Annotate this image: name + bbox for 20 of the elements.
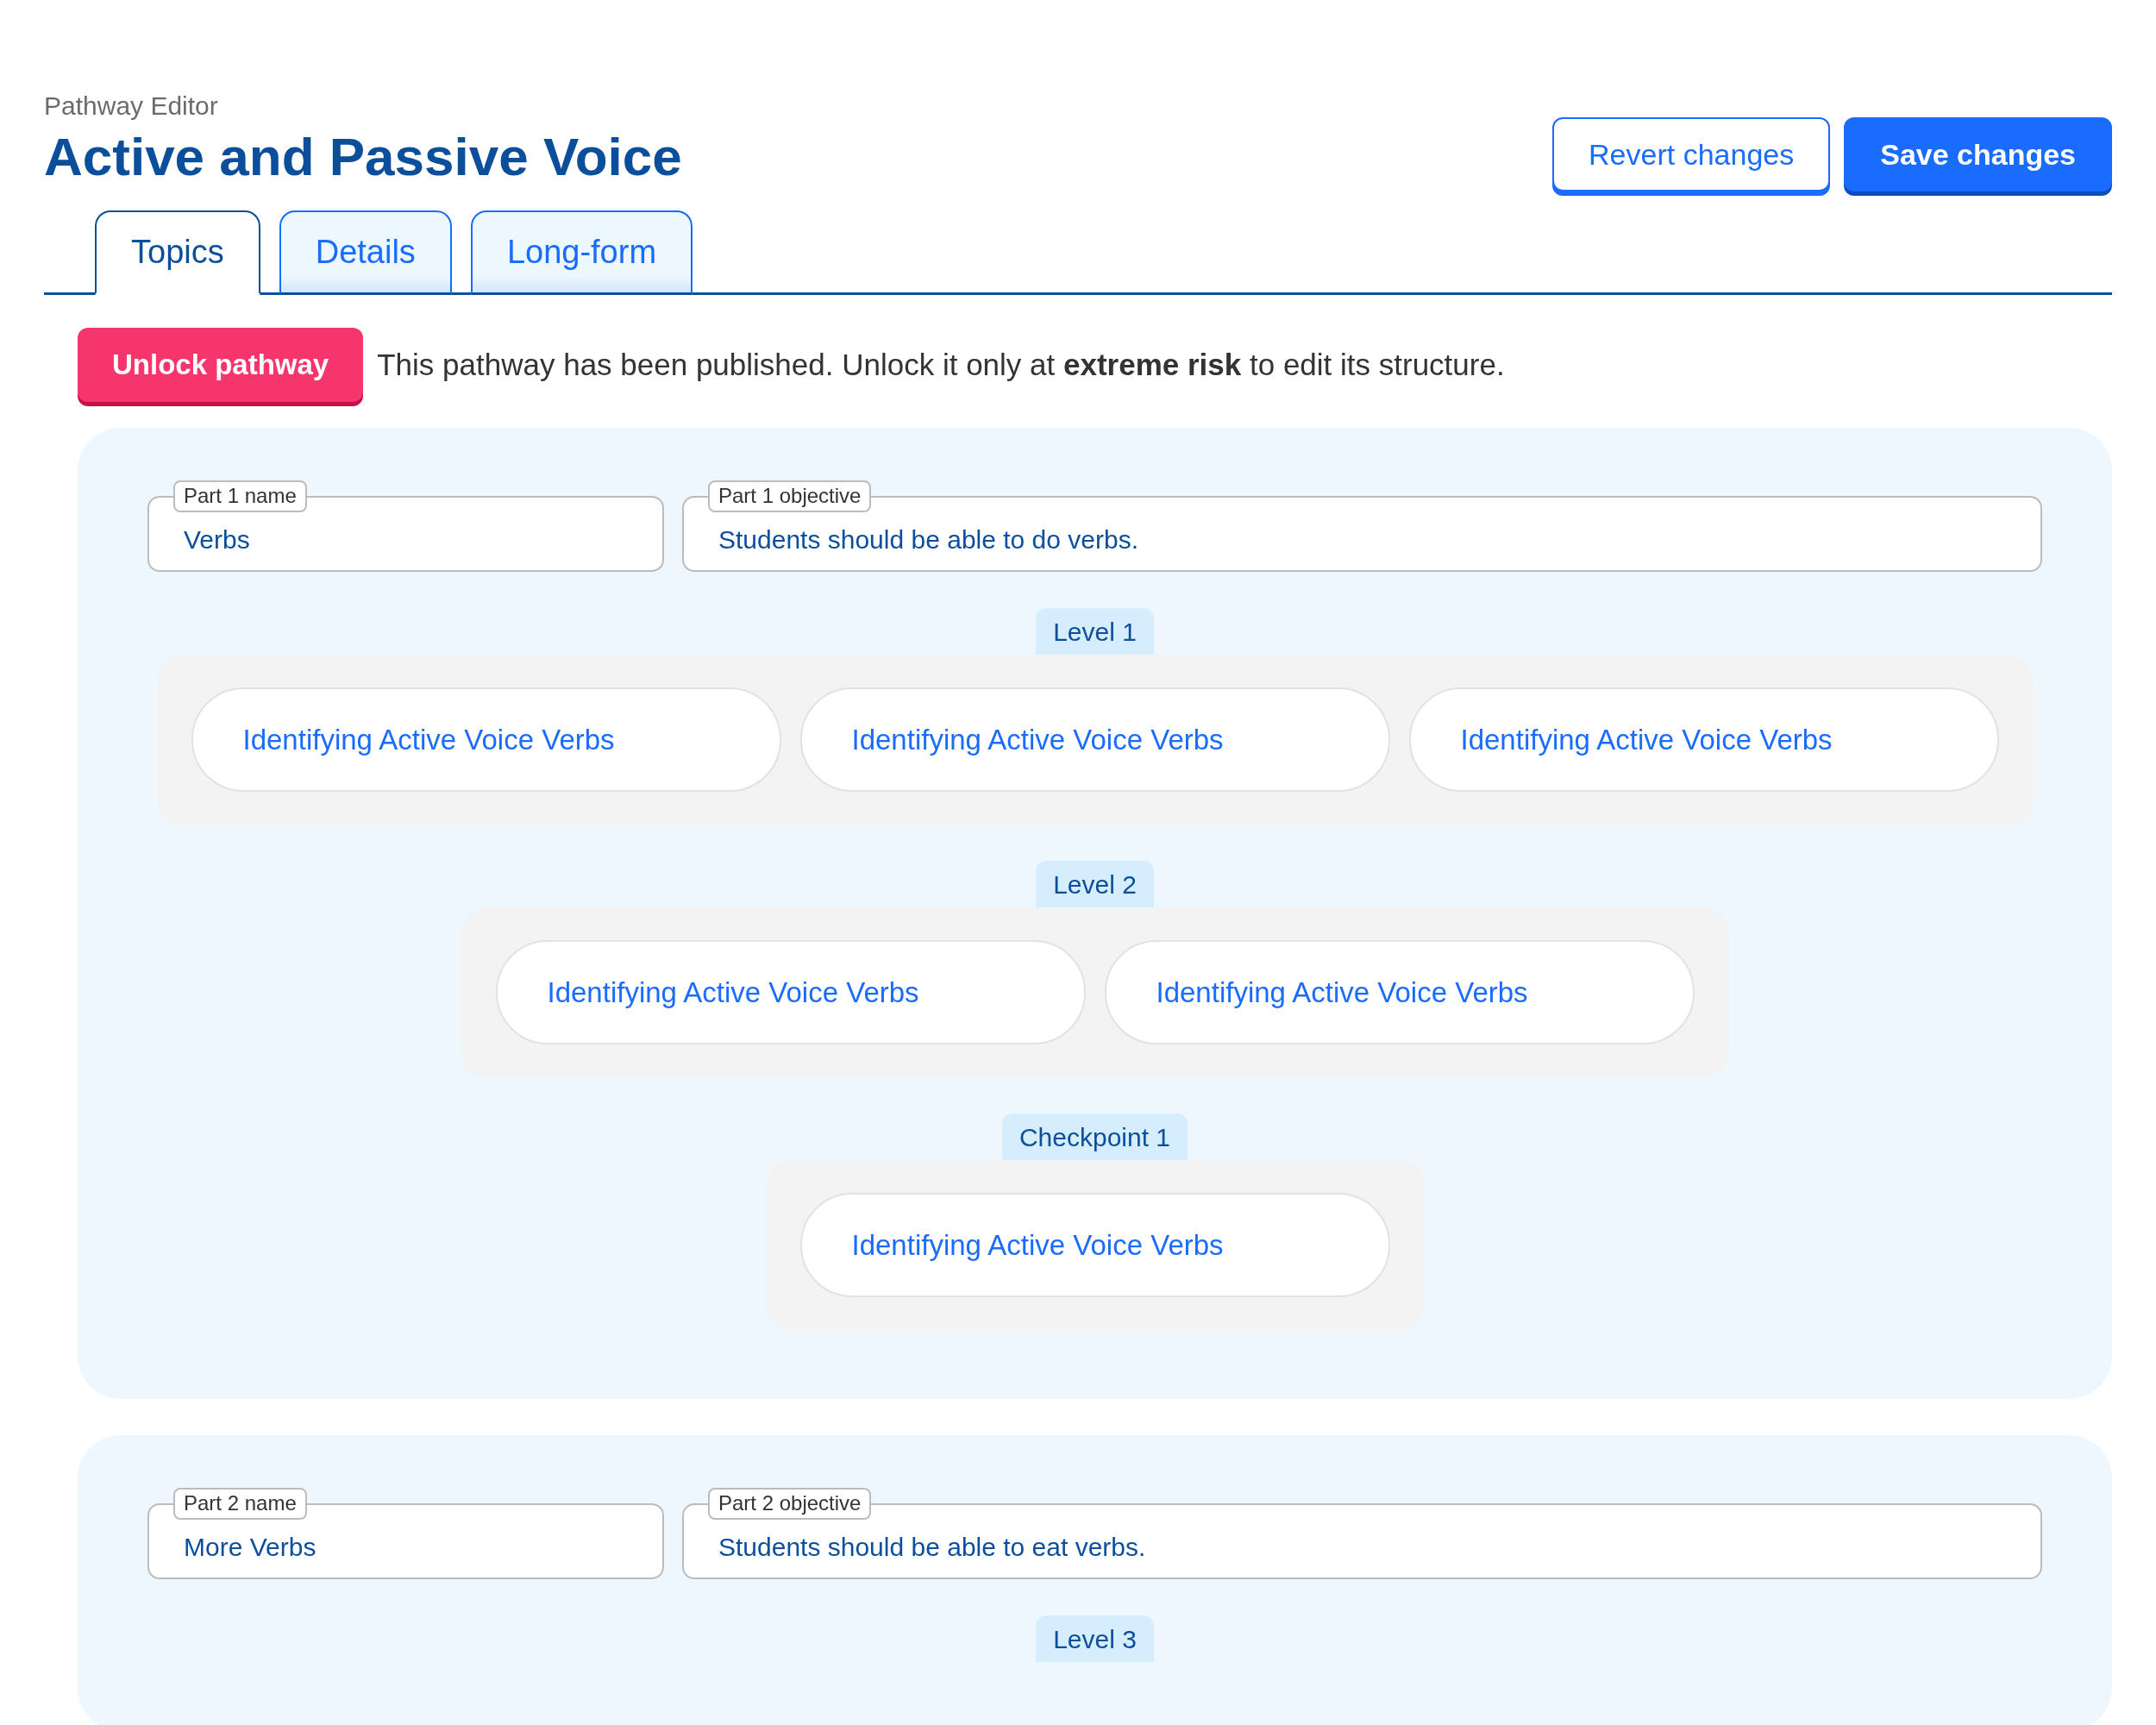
section-label: Checkpoint 1: [1001, 1113, 1188, 1160]
tab[interactable]: Details: [279, 210, 452, 295]
topic-pill[interactable]: Identifying Active Voice Verbs: [495, 940, 1086, 1044]
section-label: Level 1: [1036, 608, 1154, 655]
field-label: Part 2 objective: [708, 1488, 872, 1520]
section-label: Level 3: [1036, 1615, 1154, 1662]
page-title: Active and Passive Voice: [44, 126, 682, 188]
topic-pill[interactable]: Identifying Active Voice Verbs: [799, 687, 1390, 792]
tab[interactable]: Topics: [95, 210, 260, 295]
field-label: Part 1 objective: [708, 480, 872, 512]
topic-pill[interactable]: Identifying Active Voice Verbs: [191, 687, 781, 792]
topic-pill[interactable]: Identifying Active Voice Verbs: [1104, 940, 1695, 1044]
tab[interactable]: Long-form: [470, 210, 693, 295]
section-label: Level 2: [1036, 861, 1154, 907]
page-subtitle: Pathway Editor: [44, 91, 219, 122]
topic-pill[interactable]: Identifying Active Voice Verbs: [1408, 687, 1999, 792]
field-label: Part 1 name: [173, 480, 307, 512]
topic-pill[interactable]: Identifying Active Voice Verbs: [799, 1193, 1390, 1297]
notice-text: This pathway has been published. Unlock it only at extreme risk to edit its structure.: [377, 346, 1505, 383]
field-label: Part 2 name: [173, 1488, 307, 1520]
